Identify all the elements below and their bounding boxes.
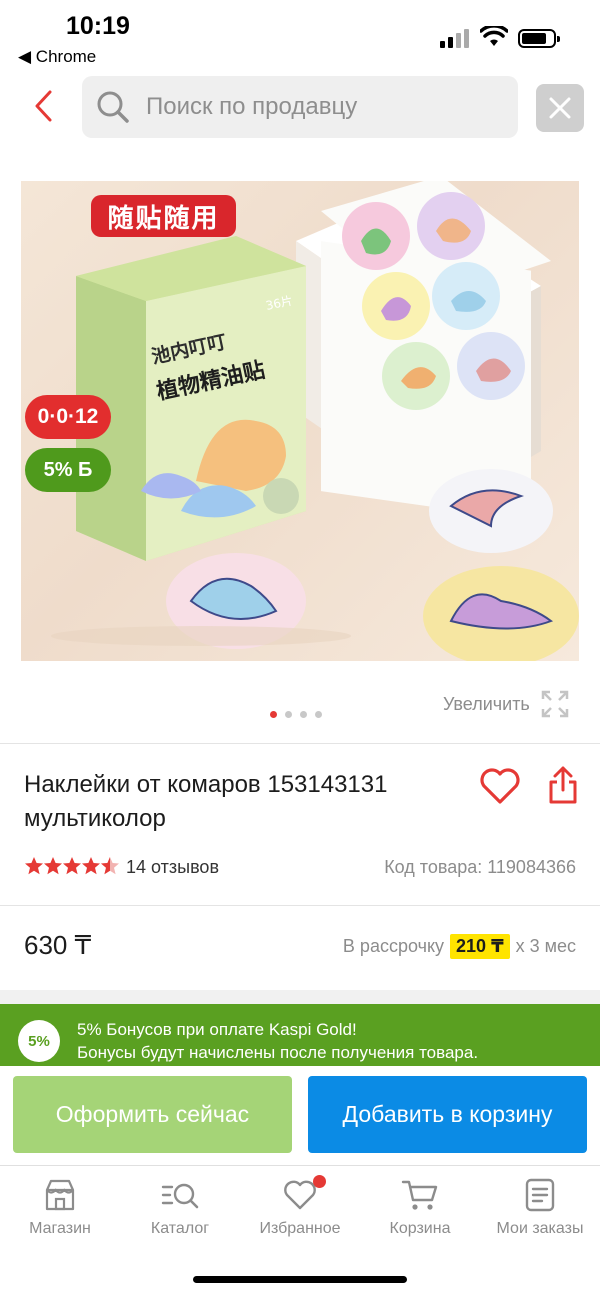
tab-label: Избранное <box>259 1220 341 1237</box>
tab-shop[interactable]: Магазин <box>0 1178 120 1248</box>
close-button[interactable] <box>536 84 584 132</box>
zoom-label: Увеличить <box>443 693 530 714</box>
product-box: 池内叮叮 植物精油贴 36片 <box>76 236 306 561</box>
star-icon <box>25 857 43 875</box>
close-icon <box>549 97 571 119</box>
wifi-icon <box>480 26 508 46</box>
carousel-dot-4[interactable] <box>315 711 322 718</box>
installment-prefix: В рассрочку <box>342 936 445 956</box>
tab-label: Корзина <box>389 1220 451 1237</box>
sticker-sheet-stack <box>296 181 551 521</box>
bonus-percent-badge: 5% <box>18 1020 60 1062</box>
divider <box>0 905 600 906</box>
shop-icon <box>45 1179 75 1211</box>
share-icon[interactable] <box>546 764 580 806</box>
tab-label: Магазин <box>29 1220 91 1237</box>
orders-icon <box>525 1178 555 1212</box>
catalog-icon <box>161 1183 199 1209</box>
home-indicator <box>193 1276 407 1283</box>
back-to-app-link[interactable]: ◀ Chrome <box>18 47 96 67</box>
installment-info[interactable]: В рассрочку 210 ₸ x 3 мес <box>343 934 576 959</box>
carousel-dot-3[interactable] <box>300 711 307 718</box>
bonus-title: 5% Бонусов при оплате Kaspi Gold! <box>77 1020 357 1039</box>
back-arrow-icon[interactable] <box>28 86 62 126</box>
rating-stars <box>24 856 124 876</box>
bonus-badge: 5% Б <box>25 448 111 492</box>
star-icon <box>44 857 62 875</box>
reviews-link[interactable]: 14 отзывов <box>126 857 219 878</box>
search-header <box>0 72 600 144</box>
signal-icon <box>440 28 470 48</box>
bonus-note: Бонусы будут начислены после получения т… <box>77 1043 479 1062</box>
tab-favorites[interactable]: Избранное <box>240 1175 360 1248</box>
tab-label: Мои заказы <box>496 1220 584 1237</box>
cart-icon <box>401 1180 438 1210</box>
carousel-dots <box>270 711 322 719</box>
action-bar: Оформить сейчас Добавить в корзину <box>0 1066 600 1166</box>
tab-catalog[interactable]: Каталог <box>120 1178 240 1248</box>
seller-search-field[interactable] <box>82 76 518 138</box>
battery-icon <box>518 29 560 48</box>
installment-badge: 0·0·12 <box>25 395 111 439</box>
notification-dot <box>313 1175 326 1188</box>
product-code: Код товара: 119084366 <box>384 857 576 877</box>
tab-orders[interactable]: Мои заказы <box>480 1178 600 1248</box>
product-title: Наклейки от комаров 153143131 мультиколо… <box>24 771 388 832</box>
checkout-now-button[interactable]: Оформить сейчас <box>13 1076 292 1153</box>
bonus-banner: 5% 5% Бонусов при оплате Kaspi Gold! Бон… <box>0 1004 600 1074</box>
tab-cart[interactable]: Корзина <box>360 1178 480 1248</box>
clock: 10:19 <box>66 12 130 40</box>
promo-tag: 随贴随用 <box>91 195 236 237</box>
carousel-dot-2[interactable] <box>285 711 292 718</box>
tab-label: Каталог <box>150 1220 210 1237</box>
divider <box>0 743 600 744</box>
favorite-heart-icon[interactable] <box>478 766 522 806</box>
status-bar: 10:19 ◀ Chrome <box>0 0 600 70</box>
search-icon <box>97 91 129 123</box>
expand-icon <box>541 690 569 718</box>
section-separator <box>0 990 600 1004</box>
carousel-dot-1[interactable] <box>270 711 277 718</box>
add-to-cart-button[interactable]: Добавить в корзину <box>308 1076 587 1153</box>
zoom-button[interactable]: Увеличить <box>443 690 570 718</box>
search-input[interactable] <box>146 76 506 138</box>
star-icon <box>82 857 100 875</box>
installment-amount: 210 ₸ <box>450 934 510 959</box>
product-price: 630 ₸ <box>24 930 92 960</box>
star-icon <box>63 857 81 875</box>
installment-term: x 3 мес <box>515 936 576 956</box>
